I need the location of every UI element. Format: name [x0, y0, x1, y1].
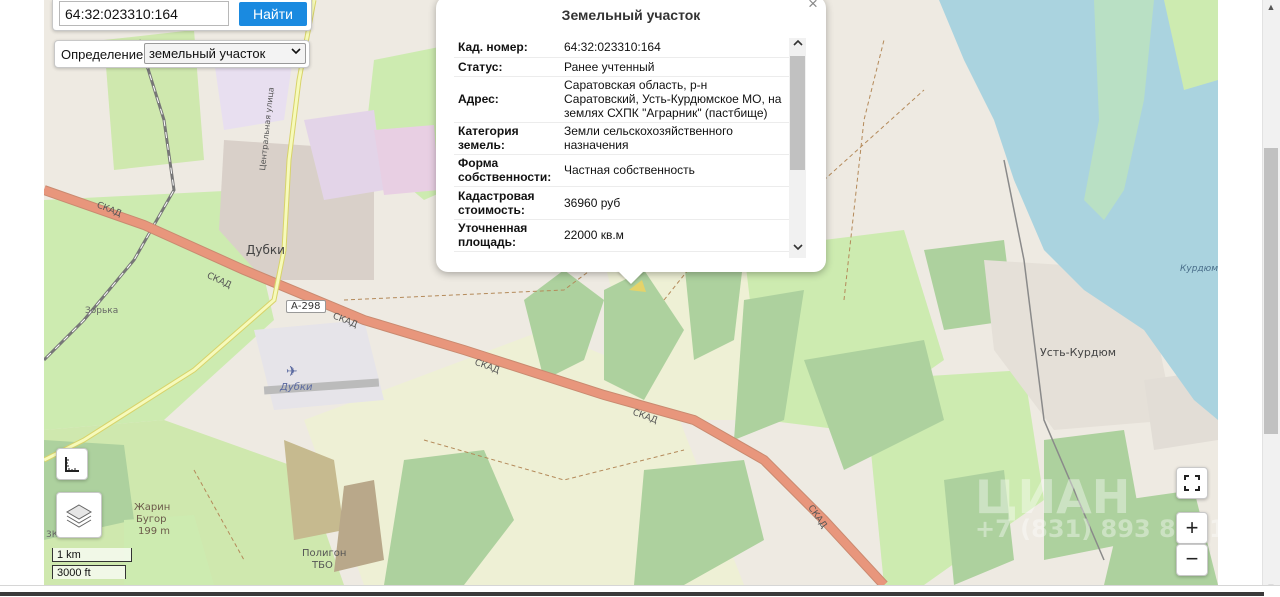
table-row: Категория земель: Земли сельскохозяйстве…: [454, 122, 789, 155]
table-row: Форма собственности: Частная собственнос…: [454, 154, 789, 187]
popup-scroll-down-icon[interactable]: [789, 242, 806, 258]
zoom-in-button[interactable]: +: [1176, 512, 1208, 544]
parcel-attributes-table: Кад. номер: 64:32:023310:164 Статус: Ран…: [454, 38, 789, 252]
map-label-poligon: Полигон: [302, 548, 347, 559]
popup-scroll-thumb[interactable]: [790, 56, 805, 170]
road-shield-a298: А-298: [286, 300, 326, 313]
zoom-out-button[interactable]: −: [1176, 544, 1208, 576]
map-label-elevation: 199 m: [138, 526, 171, 537]
map-label-airport: Дубки: [280, 382, 313, 393]
popup-title: Земельный участок: [561, 7, 701, 23]
attr-key: Кадастровая стоимость:: [454, 186, 560, 220]
find-button[interactable]: Найти: [239, 2, 307, 26]
scroll-up-icon[interactable]: ▲: [1264, 0, 1278, 14]
attr-value: Земли сельскохозяйственного назначения: [560, 122, 789, 155]
layers-button[interactable]: [56, 492, 102, 538]
table-row: Кадастровая стоимость: 36960 руб: [454, 186, 789, 220]
fullscreen-button[interactable]: [1176, 467, 1208, 499]
attr-value: 22000 кв.м: [560, 219, 789, 252]
map-label-tbo: ТБО: [312, 560, 333, 571]
attr-key: Статус:: [454, 57, 560, 77]
definition-panel: Определение: земельный участок: [54, 40, 310, 68]
attr-value: 36960 руб: [560, 186, 789, 220]
chevron-down-icon: [291, 46, 301, 59]
ruler-icon: [65, 457, 79, 472]
page-scroll-thumb[interactable]: [1264, 148, 1278, 434]
layers-icon: [66, 504, 92, 528]
bottom-divider: [0, 592, 1264, 596]
map-label-zorka: Зорька: [85, 306, 119, 316]
map-scale: 1 km 3000 ft: [50, 548, 140, 582]
app-frame: Дубки Дубки Зорька Усть-Курдюм Курдюм Це…: [0, 0, 1280, 597]
map-label-dubki: Дубки: [246, 243, 285, 257]
search-panel: Найти: [52, 0, 312, 31]
definition-label: Определение:: [61, 47, 147, 62]
table-row: Уточненная площадь: 22000 кв.м: [454, 219, 789, 252]
definition-selected-value: земельный участок: [149, 46, 266, 61]
airport-icon: ✈: [286, 364, 298, 380]
attr-value: Ранее учтенный: [560, 57, 789, 77]
map-label-ust-kurdyum: Усть-Курдюм: [1040, 346, 1117, 359]
attr-key: Уточненная площадь:: [454, 219, 560, 252]
definition-select[interactable]: земельный участок: [144, 43, 306, 64]
left-gutter: [0, 0, 44, 596]
attr-value: Частная собственность: [560, 154, 789, 187]
popup-pointer: [617, 270, 645, 284]
cadastral-search-input[interactable]: [59, 1, 229, 26]
table-row: Адрес: Саратовская область, р-н Саратовс…: [454, 76, 789, 123]
map-label-bugor: Бугор: [136, 514, 167, 525]
map-label-kurdyum: Курдюм: [1180, 264, 1219, 274]
attr-value: Саратовская область, р-н Саратовский, Ус…: [560, 76, 789, 123]
measure-ruler-button[interactable]: [56, 448, 88, 480]
map-label-zharin: Жарин: [134, 502, 171, 513]
attr-key: Кад. номер:: [454, 38, 560, 58]
fullscreen-icon: [1184, 475, 1200, 491]
attr-key: Категория земель:: [454, 122, 560, 155]
scale-ft: 3000 ft: [52, 565, 126, 579]
attr-key: Адрес:: [454, 76, 560, 123]
table-row: Кад. номер: 64:32:023310:164: [454, 38, 789, 58]
attr-value: 64:32:023310:164: [560, 38, 789, 58]
scale-km: 1 km: [52, 548, 132, 562]
table-row: Статус: Ранее учтенный: [454, 57, 789, 77]
attr-key: Форма собственности:: [454, 154, 560, 187]
popup-scroll-up-icon[interactable]: [789, 38, 806, 54]
